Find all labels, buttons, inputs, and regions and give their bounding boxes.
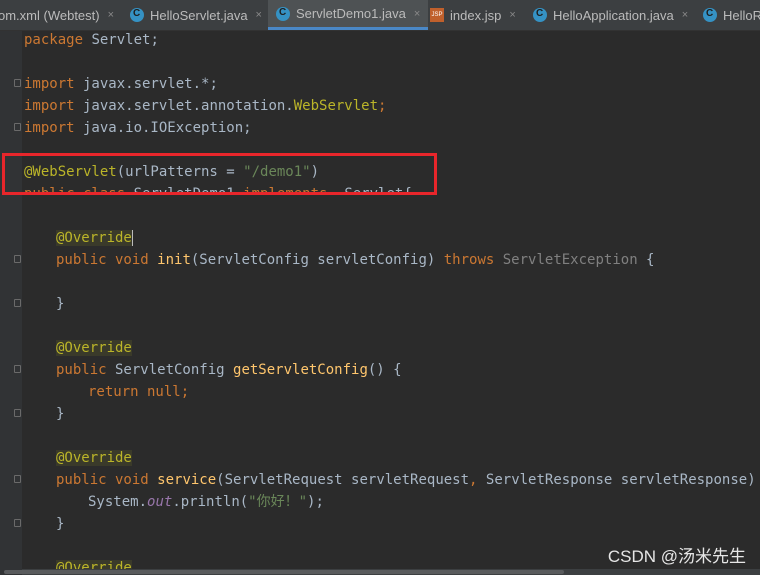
editor-tab-bar: om.xml (Webtest) × HelloServlet.java × S… — [0, 0, 760, 31]
fold-icon[interactable] — [14, 365, 21, 373]
tab-hellor[interactable]: HelloR — [703, 0, 760, 30]
close-icon[interactable]: × — [414, 8, 420, 20]
code-line: public void service(ServletRequest servl… — [56, 472, 760, 488]
tab-helloservlet[interactable]: HelloServlet.java × — [130, 0, 262, 30]
tab-label: om.xml (Webtest) — [0, 7, 100, 23]
code-line: @Override — [56, 230, 133, 246]
code-line: } — [56, 406, 65, 422]
java-class-icon — [533, 8, 547, 22]
tab-servletdemo1[interactable]: ServletDemo1.java × — [268, 0, 429, 30]
text-caret — [131, 230, 133, 246]
code-line: @Override — [56, 450, 132, 466]
code-line: import javax.servlet.*; — [24, 76, 218, 92]
watermark: CSDN @汤米先生 — [607, 547, 746, 566]
code-line: import java.io.IOException; — [24, 120, 252, 136]
fold-icon[interactable] — [14, 409, 21, 417]
code-line: @Override — [56, 340, 132, 356]
code-line: System.out.println("你好！"); — [88, 494, 324, 510]
java-class-icon — [130, 8, 144, 22]
fold-icon[interactable] — [14, 519, 21, 527]
fold-icon[interactable] — [14, 79, 21, 87]
code-line: return null; — [88, 384, 190, 400]
tab-label: HelloApplication.java — [553, 7, 674, 23]
tab-helloapplication[interactable]: HelloApplication.java × — [533, 0, 688, 30]
java-class-icon — [703, 8, 717, 22]
code-line: public void init(ServletConfig servletCo… — [56, 252, 655, 268]
code-line: import javax.servlet.annotation.WebServl… — [24, 98, 387, 114]
tab-label: HelloServlet.java — [150, 7, 248, 23]
close-icon[interactable]: × — [256, 9, 262, 21]
close-icon[interactable]: × — [682, 9, 688, 21]
close-icon[interactable]: × — [509, 9, 515, 21]
tab-index-jsp[interactable]: JSP index.jsp × — [430, 0, 516, 30]
code-line: } — [56, 516, 65, 532]
fold-icon[interactable] — [14, 299, 21, 307]
fold-icon[interactable] — [14, 475, 21, 483]
close-icon[interactable]: × — [108, 9, 114, 21]
editor-gutter — [0, 31, 22, 575]
tab-pom-xml[interactable]: om.xml (Webtest) × — [0, 0, 114, 30]
highlight-box — [2, 153, 437, 195]
fold-icon[interactable] — [14, 255, 21, 263]
code-line-clipped: @Override — [56, 557, 132, 569]
tab-label: HelloR — [723, 7, 760, 23]
code-line: public ServletConfig getServletConfig() … — [56, 362, 402, 378]
java-class-icon — [276, 6, 290, 21]
code-line: } — [56, 296, 65, 312]
tab-label: ServletDemo1.java — [296, 6, 406, 21]
fold-icon[interactable] — [14, 123, 21, 131]
horizontal-scrollbar-thumb[interactable] — [4, 570, 564, 574]
code-line: package Servlet; — [24, 32, 159, 48]
jsp-file-icon: JSP — [430, 8, 444, 22]
tab-label: index.jsp — [450, 7, 502, 23]
